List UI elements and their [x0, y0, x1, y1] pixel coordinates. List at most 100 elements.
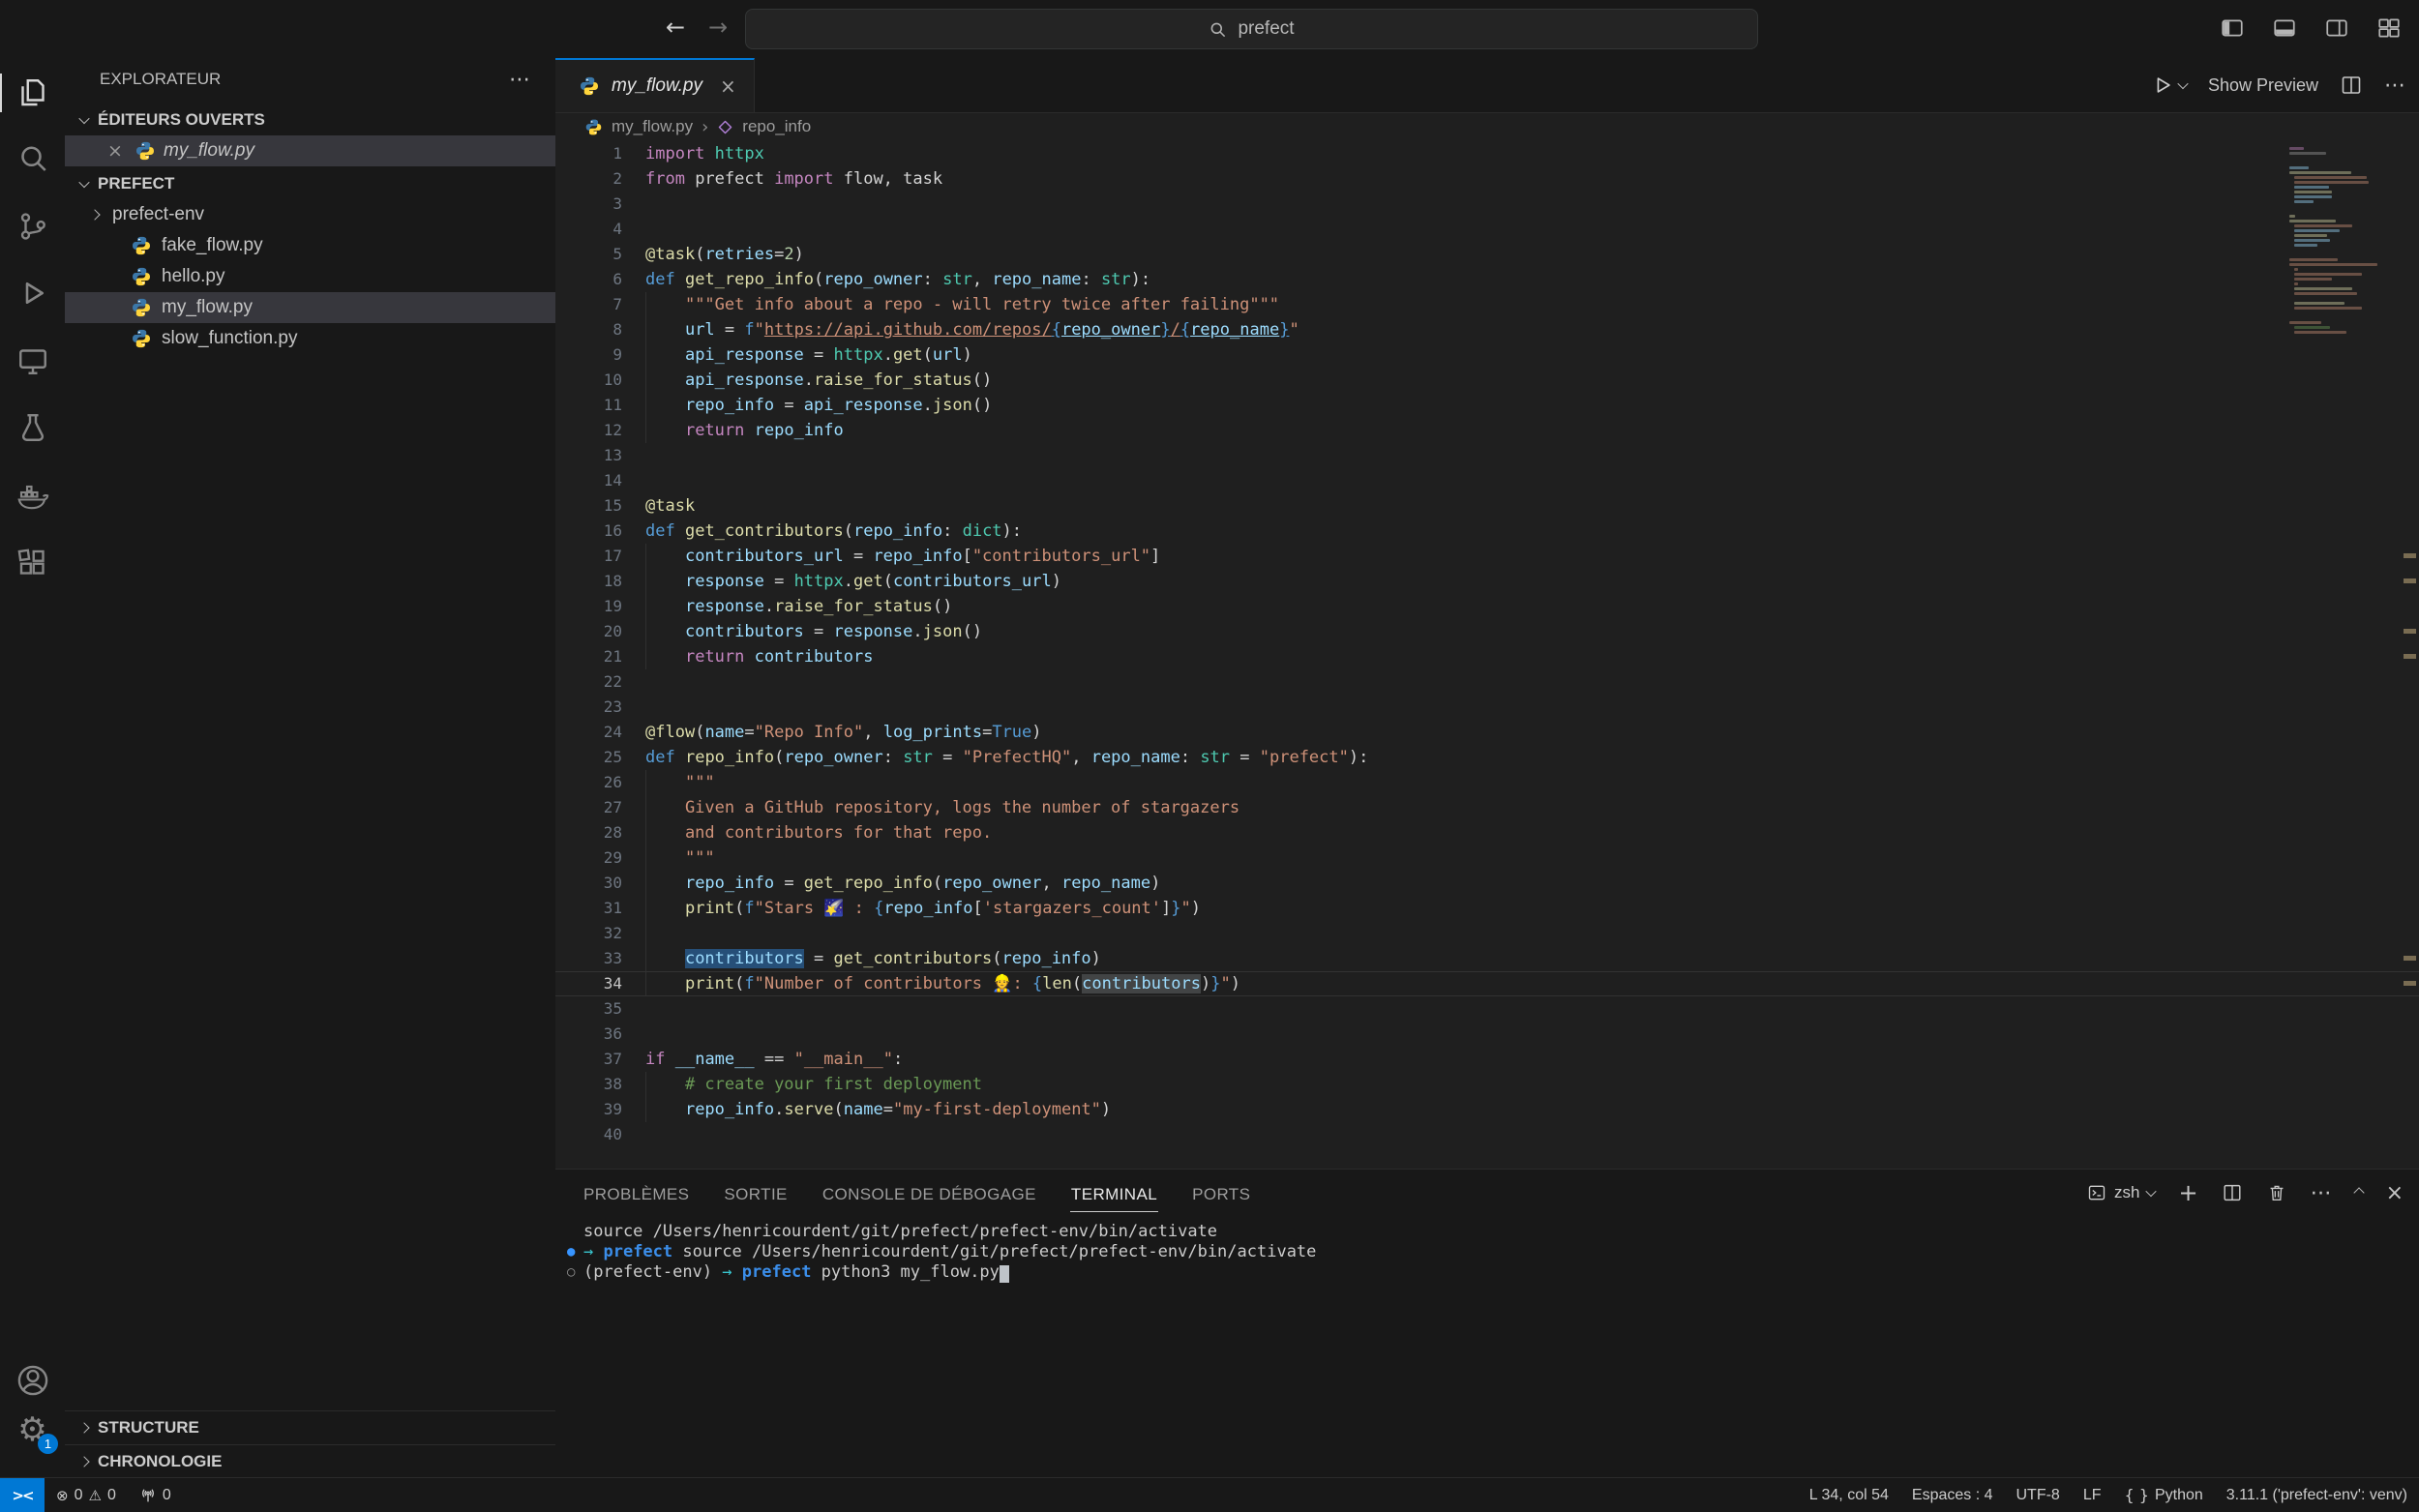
panel-tab-terminal[interactable]: TERMINAL — [1070, 1173, 1158, 1212]
split-editor-icon[interactable] — [2340, 74, 2363, 97]
command-decoration-icon[interactable]: ● — [567, 1242, 575, 1262]
terminal-output[interactable]: source /Users/henricourdent/git/prefect/… — [555, 1216, 2419, 1479]
run-debug-icon[interactable] — [0, 266, 65, 320]
code-line-27[interactable]: 27 Given a GitHub repository, logs the n… — [555, 795, 2419, 820]
kill-terminal-icon[interactable] — [2266, 1182, 2287, 1203]
section-structure[interactable]: STRUCTURE — [65, 1410, 555, 1444]
code-line-24[interactable]: 24@flow(name="Repo Info", log_prints=Tru… — [555, 720, 2419, 745]
code-line-25[interactable]: 25def repo_info(repo_owner: str = "Prefe… — [555, 745, 2419, 770]
code-line-39[interactable]: 39 repo_info.serve(name="my-first-deploy… — [555, 1097, 2419, 1122]
code-line-26[interactable]: 26 """ — [555, 770, 2419, 795]
search-sidebar-icon[interactable] — [0, 132, 65, 186]
remote-indicator[interactable]: >< — [0, 1478, 45, 1512]
source-control-icon[interactable] — [0, 199, 65, 253]
code-line-4[interactable]: 4 — [555, 217, 2419, 242]
editor-more-actions-icon[interactable]: ⋯ — [2384, 74, 2405, 98]
explorer-icon[interactable] — [0, 66, 65, 120]
code-line-22[interactable]: 22 — [555, 669, 2419, 695]
open-editor-item[interactable]: × my_flow.py — [65, 135, 555, 166]
toggle-sidebar-icon[interactable] — [2220, 15, 2245, 41]
code-line-6[interactable]: 6def get_repo_info(repo_owner: str, repo… — [555, 267, 2419, 292]
code-line-10[interactable]: 10 api_response.raise_for_status() — [555, 368, 2419, 393]
panel-tab-problèmes[interactable]: PROBLÈMES — [582, 1173, 690, 1212]
sidebar-item-slow_function.py[interactable]: slow_function.py — [65, 323, 555, 354]
remote-explorer-icon[interactable] — [0, 334, 65, 388]
maximize-panel-icon[interactable] — [2353, 1187, 2364, 1198]
code-line-38[interactable]: 38 # create your first deployment — [555, 1072, 2419, 1097]
ports-status[interactable]: 0 — [128, 1478, 183, 1512]
code-line-3[interactable]: 3 — [555, 192, 2419, 217]
tab-my-flow[interactable]: my_flow.py × — [555, 58, 755, 112]
command-center-search[interactable]: prefect — [745, 9, 1758, 49]
show-preview-button[interactable]: Show Preview — [2208, 75, 2318, 96]
tab-close-icon[interactable]: × — [720, 74, 736, 98]
testing-icon[interactable] — [0, 400, 65, 455]
code-line-12[interactable]: 12 return repo_info — [555, 418, 2419, 443]
code-line-29[interactable]: 29 """ — [555, 845, 2419, 871]
sidebar-item-my_flow.py[interactable]: my_flow.py — [65, 292, 555, 323]
toggle-secondary-sidebar-icon[interactable] — [2324, 15, 2349, 41]
forward-button[interactable]: → — [708, 14, 728, 41]
code-line-2[interactable]: 2from prefect import flow, task — [555, 166, 2419, 192]
section-project[interactable]: PREFECT — [65, 168, 555, 199]
code-line-28[interactable]: 28 and contributors for that repo. — [555, 820, 2419, 845]
code-line-30[interactable]: 30 repo_info = get_repo_info(repo_owner,… — [555, 871, 2419, 896]
code-line-35[interactable]: 35 — [555, 996, 2419, 1022]
extensions-icon[interactable] — [0, 536, 65, 590]
sidebar-item-hello.py[interactable]: hello.py — [65, 261, 555, 292]
minimap[interactable] — [2289, 147, 2398, 389]
toggle-panel-icon[interactable] — [2272, 15, 2297, 41]
run-dropdown-icon[interactable] — [2177, 78, 2188, 89]
settings-gear-icon[interactable]: ⚙ 1 — [0, 1403, 65, 1457]
customize-layout-icon[interactable] — [2376, 15, 2402, 41]
code-line-33[interactable]: 33 contributors = get_contributors(repo_… — [555, 946, 2419, 971]
code-line-11[interactable]: 11 repo_info = api_response.json() — [555, 393, 2419, 418]
code-line-17[interactable]: 17 contributors_url = repo_info["contrib… — [555, 544, 2419, 569]
panel-more-actions-icon[interactable]: ⋯ — [2311, 1181, 2332, 1205]
panel-tab-console-de-débogage[interactable]: CONSOLE DE DÉBOGAGE — [821, 1173, 1037, 1212]
code-line-8[interactable]: 8 url = f"https://api.github.com/repos/{… — [555, 317, 2419, 342]
python-interpreter[interactable]: 3.11.1 ('prefect-env': venv) — [2215, 1478, 2419, 1512]
code-line-34[interactable]: 34 print(f"Number of contributors 👷: {le… — [555, 971, 2419, 996]
code-line-31[interactable]: 31 print(f"Stars 🌠 : {repo_info['stargaz… — [555, 896, 2419, 921]
close-panel-icon[interactable]: × — [2386, 1181, 2404, 1205]
problems-status[interactable]: ⊗ 0 ⚠ 0 — [45, 1478, 128, 1512]
code-line-1[interactable]: 1import httpx — [555, 141, 2419, 166]
back-button[interactable]: ← — [666, 14, 685, 41]
panel-tab-ports[interactable]: PORTS — [1191, 1173, 1251, 1212]
indentation-status[interactable]: Espaces : 4 — [1900, 1478, 2005, 1512]
sidebar-item-prefect-env[interactable]: prefect-env — [65, 199, 555, 230]
code-line-23[interactable]: 23 — [555, 695, 2419, 720]
command-decoration-empty-icon[interactable]: ○ — [567, 1262, 575, 1283]
code-editor[interactable]: 1import httpx2from prefect import flow, … — [555, 141, 2419, 1169]
code-line-20[interactable]: 20 contributors = response.json() — [555, 619, 2419, 644]
code-line-40[interactable]: 40 — [555, 1122, 2419, 1147]
overview-ruler[interactable] — [2400, 141, 2419, 1169]
sidebar-item-fake_flow.py[interactable]: fake_flow.py — [65, 230, 555, 261]
language-mode[interactable]: { } Python — [2113, 1478, 2215, 1512]
code-line-19[interactable]: 19 response.raise_for_status() — [555, 594, 2419, 619]
split-terminal-icon[interactable] — [2222, 1182, 2243, 1203]
code-line-18[interactable]: 18 response = httpx.get(contributors_url… — [555, 569, 2419, 594]
close-editor-icon[interactable]: × — [104, 140, 127, 162]
account-icon[interactable] — [0, 1353, 65, 1408]
encoding-status[interactable]: UTF-8 — [2005, 1478, 2072, 1512]
docker-icon[interactable] — [0, 468, 65, 522]
panel-tab-sortie[interactable]: SORTIE — [723, 1173, 788, 1212]
section-open-editors[interactable]: ÉDITEURS OUVERTS — [65, 104, 555, 135]
new-terminal-icon[interactable]: + — [2178, 1179, 2197, 1206]
code-line-37[interactable]: 37if __name__ == "__main__": — [555, 1047, 2419, 1072]
breadcrumb-symbol[interactable]: repo_info — [742, 117, 811, 136]
code-line-14[interactable]: 14 — [555, 468, 2419, 493]
terminal-profile-selector[interactable]: zsh — [2087, 1183, 2155, 1202]
code-line-21[interactable]: 21 return contributors — [555, 644, 2419, 669]
code-line-15[interactable]: 15@task — [555, 493, 2419, 519]
run-python-file-button[interactable] — [2152, 74, 2187, 96]
code-line-13[interactable]: 13 — [555, 443, 2419, 468]
code-line-9[interactable]: 9 api_response = httpx.get(url) — [555, 342, 2419, 368]
explorer-more-actions-icon[interactable]: ⋯ — [509, 68, 530, 92]
code-line-16[interactable]: 16def get_contributors(repo_info: dict): — [555, 519, 2419, 544]
section-timeline[interactable]: CHRONOLOGIE — [65, 1444, 555, 1478]
breadcrumb-file[interactable]: my_flow.py — [612, 117, 693, 136]
code-line-7[interactable]: 7 """Get info about a repo - will retry … — [555, 292, 2419, 317]
